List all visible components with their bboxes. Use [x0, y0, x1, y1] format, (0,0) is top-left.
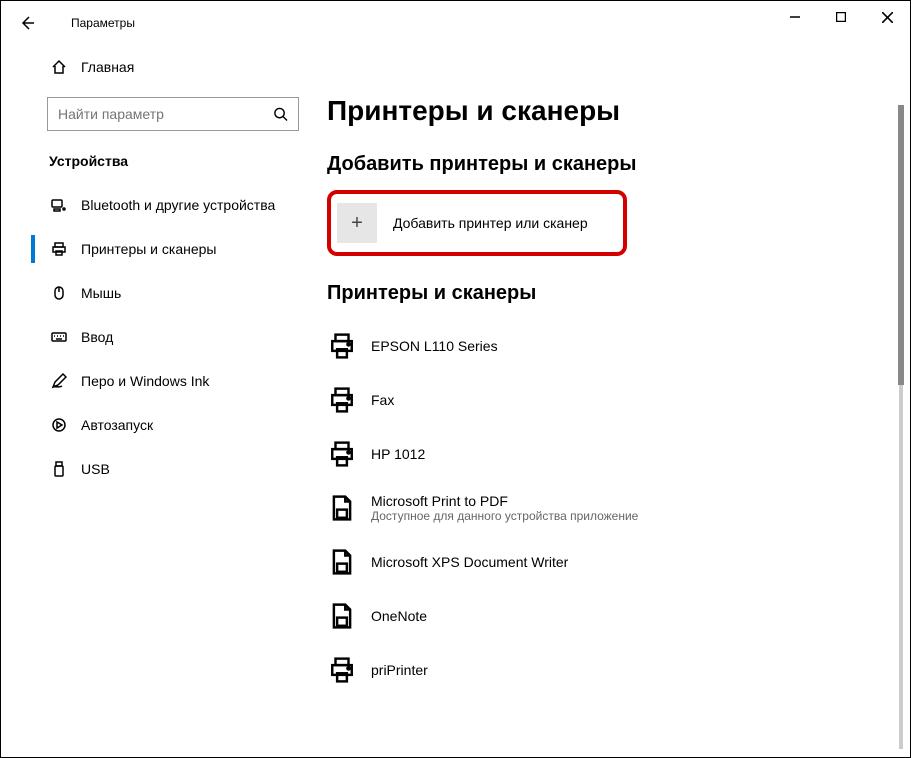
page-title: Принтеры и сканеры	[327, 95, 886, 127]
sidebar-item-label: Bluetooth и другие устройства	[81, 197, 275, 213]
main-content: Принтеры и сканеры Добавить принтеры и с…	[321, 45, 910, 757]
sidebar-home[interactable]: Главная	[1, 45, 321, 89]
usb-icon	[49, 459, 69, 479]
sidebar-item-autoplay[interactable]: Автозапуск	[1, 403, 321, 447]
search-box[interactable]	[47, 97, 299, 131]
printer-icon	[327, 331, 357, 361]
printer-item[interactable]: HP 1012	[327, 427, 886, 481]
pen-icon	[49, 371, 69, 391]
back-button[interactable]	[19, 15, 49, 31]
sidebar-item-label: USB	[81, 461, 110, 477]
printer-name: Microsoft Print to PDF	[371, 493, 638, 509]
plus-icon: +	[337, 203, 377, 243]
add-printer-button[interactable]: + Добавить принтер или сканер	[337, 200, 617, 246]
printer-name: Fax	[371, 392, 394, 408]
printer-item[interactable]: priPrinter	[327, 643, 886, 697]
sidebar-item-bluetooth[interactable]: Bluetooth и другие устройства	[1, 183, 321, 227]
printer-item[interactable]: Fax	[327, 373, 886, 427]
window-title: Параметры	[71, 16, 135, 30]
sidebar-item-pen[interactable]: Перо и Windows Ink	[1, 359, 321, 403]
mouse-icon	[49, 283, 69, 303]
print-to-file-icon	[327, 601, 357, 631]
printer-item[interactable]: Microsoft Print to PDF Доступное для дан…	[327, 481, 886, 535]
sidebar-item-label: Мышь	[81, 285, 121, 301]
printer-item[interactable]: OneNote	[327, 589, 886, 643]
autoplay-icon	[49, 415, 69, 435]
sidebar-home-label: Главная	[81, 59, 134, 75]
printer-item[interactable]: Microsoft XPS Document Writer	[327, 535, 886, 589]
sidebar-item-mouse[interactable]: Мышь	[1, 271, 321, 315]
printer-name: EPSON L110 Series	[371, 338, 498, 354]
scrollbar-thumb[interactable]	[898, 105, 904, 385]
sidebar-item-printers[interactable]: Принтеры и сканеры	[1, 227, 321, 271]
sidebar-item-label: Перо и Windows Ink	[81, 373, 209, 389]
add-printer-label: Добавить принтер или сканер	[393, 215, 588, 231]
sidebar-item-typing[interactable]: Ввод	[1, 315, 321, 359]
section-list-heading: Принтеры и сканеры	[327, 282, 886, 305]
print-to-file-icon	[327, 547, 357, 577]
printer-name: OneNote	[371, 608, 427, 624]
sidebar-category: Устройства	[1, 139, 321, 183]
add-button-highlight: + Добавить принтер или сканер	[327, 190, 627, 256]
print-to-pdf-icon	[327, 493, 357, 523]
sidebar: Главная Устройства Bluetooth и другие ус…	[1, 45, 321, 757]
sidebar-item-label: Автозапуск	[81, 417, 153, 433]
printer-icon	[327, 439, 357, 469]
minimize-button[interactable]	[772, 1, 818, 33]
scrollbar-track	[899, 105, 903, 749]
bluetooth-icon	[49, 195, 69, 215]
printer-item[interactable]: EPSON L110 Series	[327, 319, 886, 373]
maximize-icon	[836, 12, 846, 22]
printer-name: Microsoft XPS Document Writer	[371, 554, 568, 570]
maximize-button[interactable]	[818, 1, 864, 33]
sidebar-item-usb[interactable]: USB	[1, 447, 321, 491]
sidebar-item-label: Ввод	[81, 329, 113, 345]
section-add-heading: Добавить принтеры и сканеры	[327, 153, 886, 176]
arrow-left-icon	[19, 15, 35, 31]
search-icon	[273, 106, 288, 122]
window-controls	[772, 1, 910, 33]
printer-icon	[327, 655, 357, 685]
sidebar-item-label: Принтеры и сканеры	[81, 241, 216, 257]
keyboard-icon	[49, 327, 69, 347]
home-icon	[49, 57, 69, 77]
minimize-icon	[790, 12, 800, 22]
printers-list: EPSON L110 Series Fax HP	[327, 319, 886, 697]
printer-icon	[49, 239, 69, 259]
close-icon	[882, 12, 893, 23]
printer-name: HP 1012	[371, 446, 425, 462]
close-button[interactable]	[864, 1, 910, 33]
scrollbar[interactable]	[894, 105, 908, 749]
printer-name: priPrinter	[371, 662, 428, 678]
search-input[interactable]	[58, 106, 273, 122]
printer-icon	[327, 385, 357, 415]
printer-sub: Доступное для данного устройства приложе…	[371, 509, 638, 523]
